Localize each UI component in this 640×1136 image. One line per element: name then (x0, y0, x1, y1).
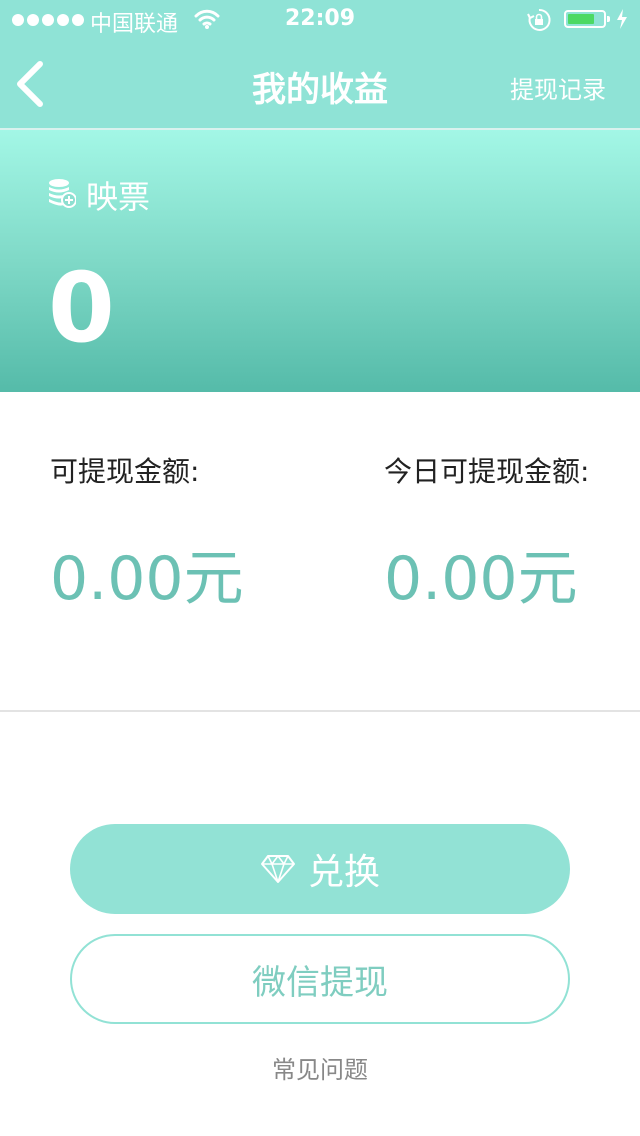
wechat-withdraw-label: 微信提现 (252, 962, 388, 1003)
ticket-label: 映票 (86, 178, 151, 216)
coins-icon (48, 178, 77, 212)
charging-icon (616, 8, 628, 36)
ticket-balance-value: 0 (48, 252, 115, 364)
withdrawable-amount-value: 0.00元 (50, 544, 244, 614)
ticket-balance-card: 映票 0 (0, 130, 640, 392)
section-divider (0, 710, 640, 712)
wechat-withdraw-button[interactable]: 微信提现 (70, 934, 570, 1024)
my-earnings-screen: 中国联通 22:09 我的收益 提现记录 映票 0 可提现金额: 0.00元 今… (0, 0, 640, 1136)
today-withdrawable-label: 今日可提现金额: (384, 455, 590, 488)
exchange-button[interactable]: 兑换 (70, 824, 570, 914)
status-bar: 中国联通 22:09 (0, 0, 640, 40)
diamond-icon (260, 855, 295, 883)
exchange-button-label: 兑换 (307, 852, 380, 893)
withdrawal-records-link[interactable]: 提现记录 (510, 70, 606, 105)
faq-link[interactable]: 常见问题 (0, 1050, 640, 1085)
withdrawable-amounts: 可提现金额: 0.00元 今日可提现金额: 0.00元 (0, 392, 640, 710)
battery-icon (564, 10, 610, 28)
today-withdrawable-value: 0.00元 (384, 544, 578, 614)
withdrawable-amount-label: 可提现金额: (50, 455, 200, 488)
navigation-bar: 我的收益 提现记录 (0, 40, 640, 128)
rotation-lock-icon (527, 8, 551, 38)
top-bar: 中国联通 22:09 我的收益 提现记录 (0, 0, 640, 128)
